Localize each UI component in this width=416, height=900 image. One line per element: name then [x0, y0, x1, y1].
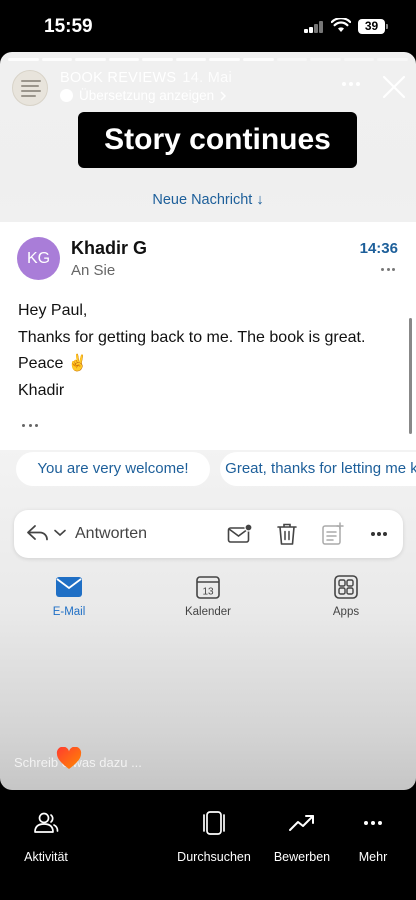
email-body: Hey Paul, Thanks for getting back to me.… — [18, 298, 365, 404]
tab-apps[interactable]: Apps — [301, 572, 391, 618]
heart-icon[interactable] — [56, 747, 82, 771]
bottom-bar-label: Mehr — [358, 850, 388, 864]
quick-reply-button[interactable]: You are very welcome! — [16, 452, 210, 486]
new-message-link[interactable]: Neue Nachricht ↓ — [0, 192, 416, 208]
close-icon[interactable] — [381, 74, 407, 100]
email-message-card: KG Khadir G An Sie 14:36 Hey Paul, Thank… — [0, 222, 416, 450]
story-account-line[interactable]: BOOK REVIEWS 14. Mai — [60, 70, 232, 86]
sender-name[interactable]: Khadir G — [71, 238, 147, 259]
reply-button[interactable]: Antworten — [75, 525, 147, 543]
tab-label: Kalender — [184, 606, 232, 618]
battery-icon: 39 — [358, 19, 385, 34]
translate-button[interactable]: Übersetzung anzeigen — [60, 88, 228, 103]
bottom-action-bar: Aktivität Durchsuchen Bewerben Mehr — [0, 790, 416, 900]
browse-cards-icon — [203, 811, 225, 835]
bottom-bar-label: Aktivität — [24, 850, 68, 864]
quick-reply-button[interactable]: Great, thanks for letting me know — [220, 452, 416, 486]
email-body-line: Khadir — [18, 381, 65, 399]
scrollbar[interactable] — [409, 318, 412, 434]
quick-reply-label: Great, thanks for letting me know — [225, 460, 416, 477]
translate-icon — [60, 89, 73, 102]
story-card[interactable]: BOOK REVIEWS 14. Mai Übersetzung anzeigen… — [0, 52, 416, 790]
story-more-button[interactable] — [342, 82, 360, 86]
tab-email[interactable]: E-Mail — [24, 572, 114, 618]
calendar-day: 13 — [202, 587, 214, 598]
story-progress-bar — [8, 58, 408, 61]
cellular-signal-icon — [304, 21, 324, 33]
account-avatar[interactable] — [12, 70, 48, 106]
trending-up-icon — [289, 815, 314, 831]
email-time: 14:36 — [359, 240, 398, 257]
story-header: BOOK REVIEWS 14. Mai Übersetzung anzeigen — [0, 66, 416, 116]
more-dots-icon — [364, 821, 382, 825]
account-name[interactable]: BOOK REVIEWS — [60, 70, 176, 86]
chevron-right-icon — [220, 90, 227, 101]
email-body-line: Peace ✌️ — [18, 355, 88, 372]
activity-people-icon — [34, 812, 59, 833]
activity-button[interactable]: Aktivität — [0, 808, 96, 864]
status-bar: 15:59 39 — [0, 0, 416, 52]
bottom-bar-label: Durchsuchen — [177, 850, 251, 864]
recipient-label: An Sie — [71, 262, 116, 279]
story-text-overlay: Story continues — [78, 112, 357, 168]
tab-label: E-Mail — [52, 606, 86, 618]
translate-label: Übersetzung anzeigen — [79, 88, 215, 103]
email-body-line: Hey Paul, — [18, 302, 88, 319]
calendar-icon: 13 — [196, 576, 220, 599]
email-more-button[interactable] — [381, 268, 395, 271]
sender-avatar[interactable]: KG — [17, 237, 60, 280]
tab-label: Apps — [332, 606, 360, 618]
apps-grid-icon — [334, 575, 358, 599]
reply-icon[interactable] — [26, 524, 50, 542]
mail-icon — [56, 577, 82, 597]
status-time: 15:59 — [44, 16, 93, 37]
mark-unread-icon[interactable] — [227, 523, 253, 545]
trash-icon[interactable] — [276, 522, 298, 546]
battery-nub — [386, 24, 388, 29]
more-actions-button[interactable] — [371, 532, 387, 536]
more-button[interactable]: Mehr — [323, 808, 416, 864]
tab-calendar[interactable]: 13 Kalender — [163, 572, 253, 618]
show-quoted-text-button[interactable] — [22, 424, 38, 427]
wifi-icon — [331, 18, 351, 32]
outlook-tab-bar: E-Mail 13 Kalender Apps — [0, 572, 416, 632]
browse-button[interactable]: Durchsuchen — [164, 808, 264, 864]
chevron-down-icon[interactable] — [54, 529, 66, 537]
story-date: 14. Mai — [182, 70, 233, 86]
email-body-line: Thanks for getting back to me. The book … — [18, 328, 366, 346]
add-task-icon[interactable] — [321, 522, 345, 546]
reply-toolbar: Antworten — [14, 510, 403, 558]
